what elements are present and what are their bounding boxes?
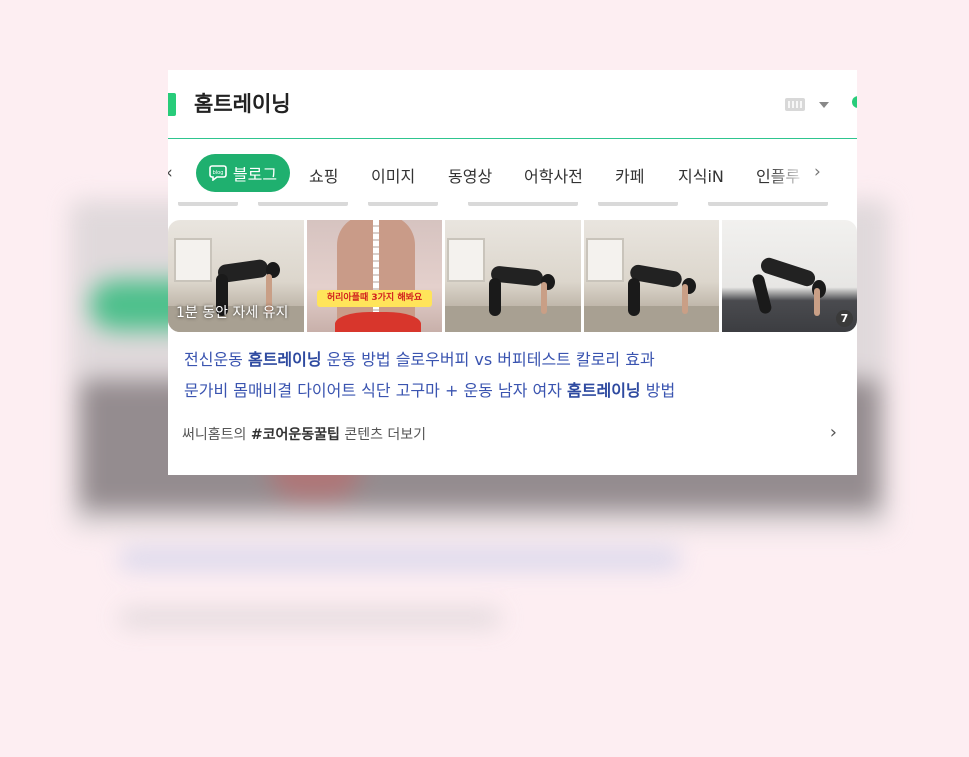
tab-videos[interactable]: 동영상 [448, 163, 492, 187]
tab-knowledge-in[interactable]: 지식iN [678, 163, 724, 187]
brand-mark [168, 93, 176, 116]
tabs-fade [768, 152, 818, 194]
thumbnail-image[interactable]: 1분 동안 자세 유지 [168, 220, 304, 332]
related-links: 전신운동 홈트레이닝 운동 방법 슬로우버피 vs 버피테스트 칼로리 효과 문… [184, 344, 844, 406]
thumbnail-image[interactable]: 허리아플때 3가지 해봐요 [307, 220, 442, 332]
tabs-next-icon[interactable]: › [814, 162, 821, 182]
thumbnail-banner: 허리아플때 3가지 해봐요 [317, 290, 432, 307]
link-text: 운동 방법 슬로우버피 vs 버피테스트 칼로리 효과 [321, 350, 655, 369]
blog-icon: blog [209, 165, 227, 181]
more-suffix: 콘텐츠 더보기 [339, 427, 427, 443]
tab-blog[interactable]: blog 블로그 [196, 154, 290, 192]
tab-images[interactable]: 이미지 [371, 163, 415, 187]
related-link[interactable]: 문가비 몸매비결 다이어트 식단 고구마 + 운동 남자 여자 홈트레이닝 방법 [184, 375, 844, 406]
more-tag: #코어운동꿀팁 [250, 427, 340, 443]
chevron-right-icon: › [829, 422, 837, 443]
thumbnail-image[interactable] [584, 220, 719, 332]
tab-blog-label: 블로그 [232, 165, 278, 184]
more-content-link[interactable]: 써니홈트의 #코어운동꿀팁 콘텐츠 더보기 › [182, 422, 845, 446]
thumbnail-image[interactable]: 7 [722, 220, 857, 332]
search-button-icon[interactable] [852, 96, 857, 108]
link-text: 문가비 몸매비결 다이어트 식단 고구마 + 운동 남자 여자 [184, 381, 568, 400]
thumbnail-caption: 1분 동안 자세 유지 [176, 305, 289, 321]
caret-down-icon[interactable] [819, 102, 829, 108]
svg-text:blog: blog [213, 170, 224, 176]
link-text: 전신운동 [184, 350, 248, 369]
tabs-prev-icon[interactable]: ‹ [168, 163, 173, 183]
link-highlight: 홈트레이닝 [247, 350, 322, 369]
more-author: 써니홈트의 [182, 427, 251, 443]
thumbnail-image[interactable] [445, 220, 581, 332]
thumbnail-strip: 1분 동안 자세 유지 허리아플때 3가지 해봐요 7 [168, 220, 857, 332]
search-bar[interactable]: 홈트레이닝 [168, 70, 857, 139]
related-link[interactable]: 전신운동 홈트레이닝 운동 방법 슬로우버피 vs 버피테스트 칼로리 효과 [184, 344, 844, 375]
link-text: 방법 [640, 381, 676, 400]
tab-shopping[interactable]: 쇼핑 [309, 163, 338, 187]
search-tabs: ‹ blog 블로그 쇼핑 이미지 동영상 어학사전 카페 지식iN 인플루 › [168, 152, 857, 194]
image-count-badge: 7 [836, 310, 853, 327]
search-query[interactable]: 홈트레이닝 [194, 88, 291, 118]
tab-cafe[interactable]: 카페 [615, 163, 644, 187]
clipped-text-row [168, 202, 857, 214]
tab-dictionary[interactable]: 어학사전 [524, 163, 583, 187]
link-highlight: 홈트레이닝 [567, 381, 641, 400]
search-result-card: 홈트레이닝 ‹ blog 블로그 쇼핑 이미지 동영상 어학사전 카페 지식iN… [168, 70, 857, 475]
keyboard-icon[interactable] [785, 98, 805, 111]
